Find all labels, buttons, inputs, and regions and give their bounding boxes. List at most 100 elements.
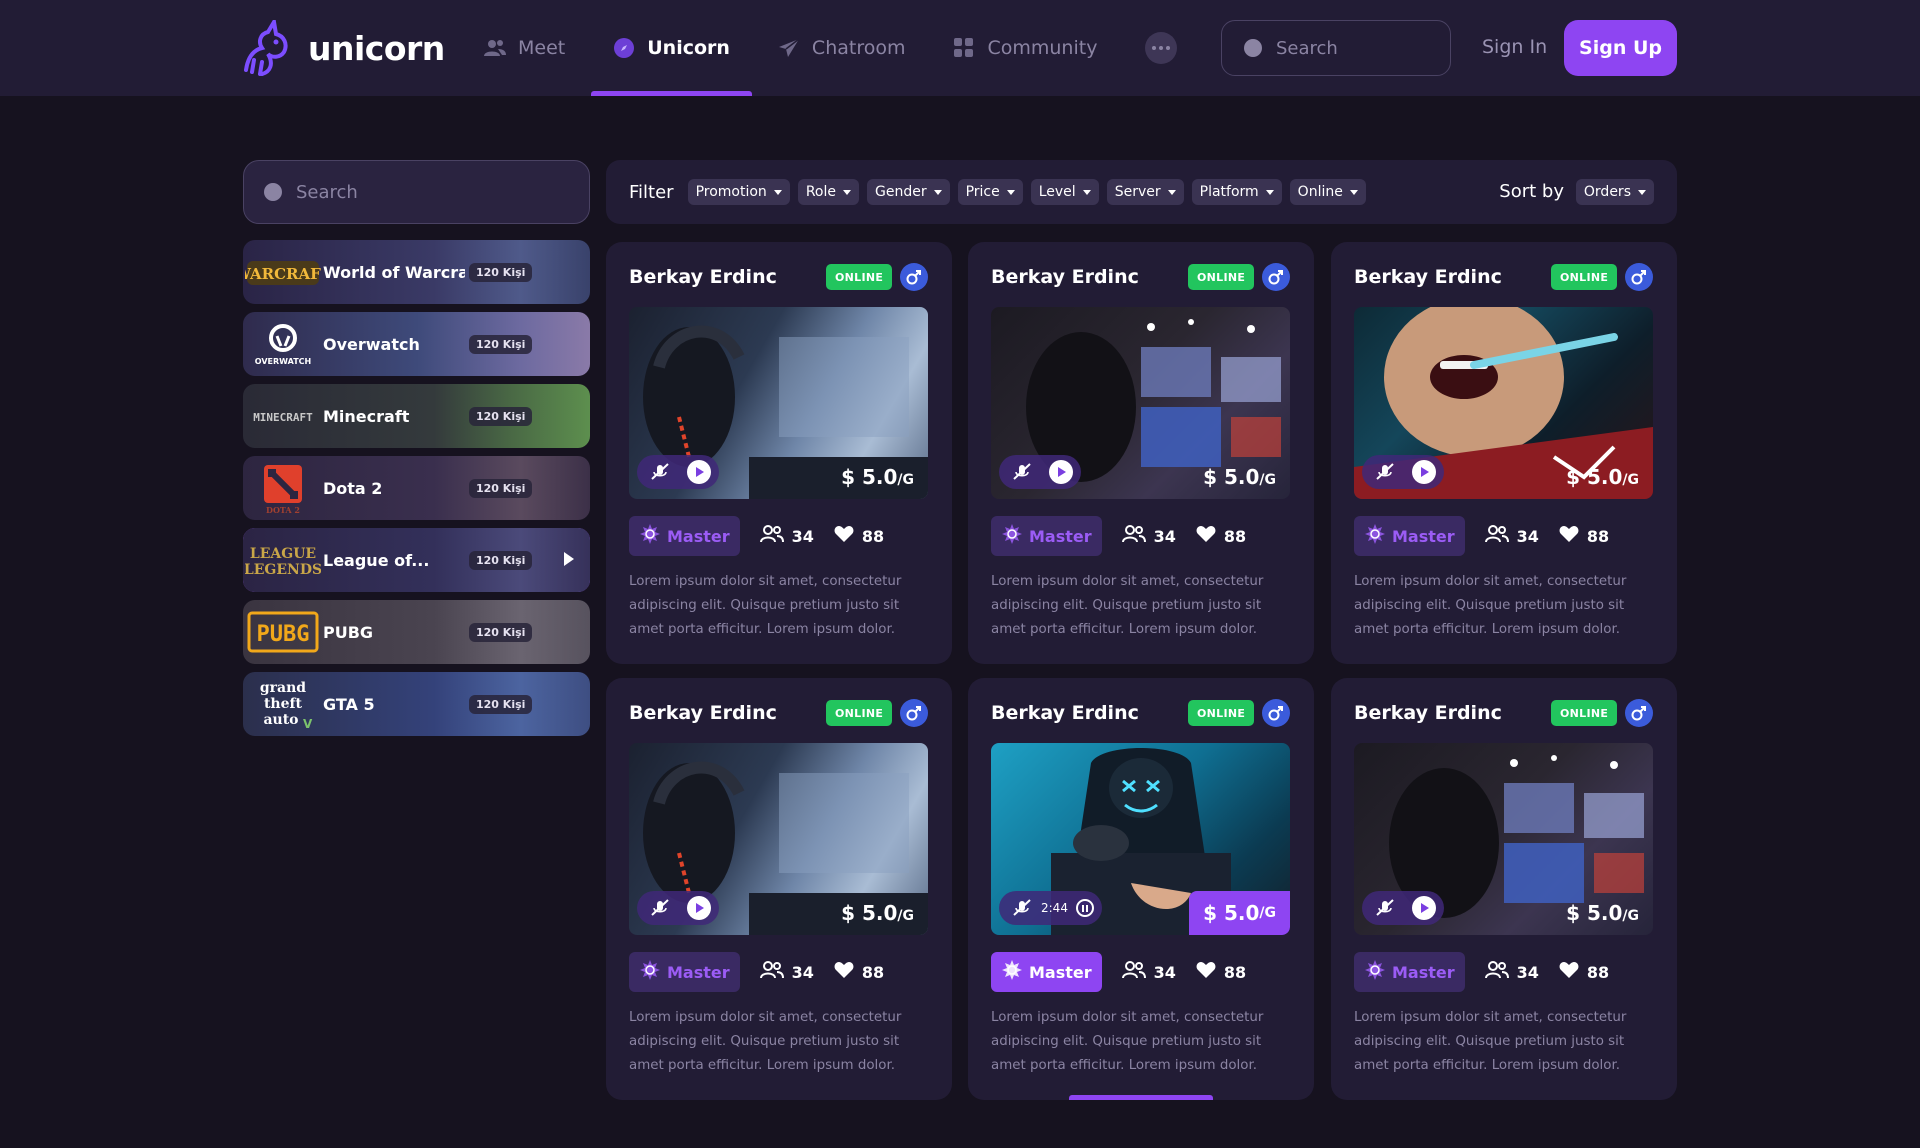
voice-preview[interactable]: 2:44 — [999, 891, 1102, 925]
level-badge-icon — [1364, 959, 1386, 985]
heart-icon — [834, 525, 854, 547]
play-icon[interactable] — [564, 552, 574, 566]
game-item-gta-5[interactable]: grand theft auto V GTA 5 120 Kişi — [243, 672, 590, 736]
heart-icon — [834, 961, 854, 983]
svg-text:V: V — [303, 717, 313, 731]
filter-chip-role[interactable]: Role — [797, 179, 859, 205]
filter-chip-platform[interactable]: Platform — [1191, 179, 1282, 205]
mic-off-icon — [1013, 899, 1031, 917]
pubg-logo-icon: PUBG — [243, 600, 323, 664]
filter-chip-promotion[interactable]: Promotion — [687, 179, 790, 205]
game-name: Minecraft — [323, 406, 410, 426]
likes-stat[interactable]: 88 — [1196, 961, 1246, 983]
level-badge[interactable]: Master — [991, 952, 1102, 992]
followers-stat: 34 — [1121, 961, 1176, 983]
player-card[interactable]: Berkay Erdinc ONLINE $ 5.0/G Master 34 88 Lore… — [968, 242, 1314, 664]
voice-preview[interactable] — [1362, 891, 1444, 925]
likes-stat[interactable]: 88 — [1559, 961, 1609, 983]
filter-chip-gender[interactable]: Gender — [866, 179, 950, 205]
filter-chip-online[interactable]: Online — [1289, 179, 1366, 205]
filter-chip-server[interactable]: Server — [1106, 179, 1184, 205]
filter-bar: Filter Promotion Role Gender Price Level… — [606, 160, 1677, 224]
price-tag: $ 5.0/G — [1566, 901, 1639, 925]
game-item-league-of-legends[interactable]: LEAGUE LEGENDS League of... 120 Kişi — [243, 528, 590, 592]
nav-item-chatroom[interactable]: Chatroom — [778, 0, 905, 96]
play-icon[interactable] — [1412, 896, 1436, 920]
player-card[interactable]: Berkay Erdinc ONLINE $ 5.0/G Master 34 88 Lore… — [1331, 242, 1677, 664]
player-photo[interactable]: 2:44 $ 5.0/G — [991, 743, 1290, 935]
chip-label: Level — [1038, 184, 1076, 200]
play-icon[interactable] — [687, 460, 711, 484]
sort-value: Orders — [1583, 184, 1631, 200]
nav-item-community[interactable]: Community — [953, 0, 1097, 96]
game-item-world-of-warcraft[interactable]: WARCRAFT World of Warcraft 120 Kişi — [243, 240, 590, 304]
player-description: Lorem ipsum dolor sit amet, consectetur … — [629, 574, 902, 637]
game-item-overwatch[interactable]: OVERWATCH Overwatch 120 Kişi — [243, 312, 590, 376]
followers-stat: 34 — [759, 961, 814, 983]
mic-off-icon — [1013, 463, 1031, 481]
brand-logo[interactable]: unicorn — [240, 20, 445, 76]
likes-stat[interactable]: 88 — [1559, 525, 1609, 547]
online-badge: ONLINE — [1188, 264, 1255, 290]
chip-label: Platform — [1199, 184, 1259, 200]
minecraft-logo-icon: MINECRAFT — [243, 384, 323, 448]
level-badge[interactable]: Master — [1354, 952, 1465, 992]
price-value: $ 5.0 — [841, 465, 898, 489]
level-badge[interactable]: Master — [629, 952, 740, 992]
player-photo[interactable]: $ 5.0/G — [629, 307, 928, 499]
player-card[interactable]: Berkay Erdinc ONLINE 2:44 $ 5.0/G Master 34 88… — [968, 678, 1314, 1100]
level-badge-icon — [639, 959, 661, 985]
filter-chip-level[interactable]: Level — [1030, 179, 1099, 205]
game-name: GTA 5 — [323, 694, 375, 714]
header-search[interactable] — [1221, 20, 1451, 76]
player-photo[interactable]: $ 5.0/G — [991, 307, 1290, 499]
sort-select[interactable]: Orders — [1575, 179, 1654, 205]
level-badge[interactable]: Master — [991, 516, 1102, 556]
player-card[interactable]: Berkay Erdinc ONLINE $ 5.0/G Master 34 88 Lore… — [606, 242, 952, 664]
player-count-badge: 120 Kişi — [469, 694, 533, 714]
nav-item-unicorn[interactable]: Unicorn — [591, 0, 752, 96]
play-icon[interactable] — [1412, 460, 1436, 484]
sign-up-button[interactable]: Sign Up — [1564, 20, 1677, 76]
play-icon[interactable] — [687, 896, 711, 920]
player-photo[interactable]: $ 5.0/G — [1354, 307, 1653, 499]
header-search-input[interactable] — [1276, 37, 1426, 59]
player-count-badge: 120 Kişi — [469, 262, 533, 282]
nav-item-meet[interactable]: Meet — [484, 0, 565, 96]
sign-in-link[interactable]: Sign In — [1482, 36, 1547, 58]
play-icon[interactable] — [1049, 460, 1073, 484]
player-card[interactable]: Berkay Erdinc ONLINE $ 5.0/G Master 34 88 Lore… — [606, 678, 952, 1100]
game-item-dota-2[interactable]: DOTA 2 Dota 2 120 Kişi — [243, 456, 590, 520]
sidebar-search-input[interactable] — [296, 181, 446, 203]
likes-stat[interactable]: 88 — [834, 525, 884, 547]
voice-preview[interactable] — [999, 455, 1081, 489]
followers-stat: 34 — [1484, 525, 1539, 547]
player-photo[interactable]: $ 5.0/G — [1354, 743, 1653, 935]
followers-count: 34 — [1153, 526, 1176, 546]
voice-preview[interactable] — [1362, 455, 1444, 489]
voice-preview[interactable] — [637, 891, 719, 925]
likes-stat[interactable]: 88 — [834, 961, 884, 983]
svg-text:LEGENDS: LEGENDS — [245, 562, 321, 578]
pause-icon[interactable] — [1075, 899, 1094, 917]
price-unit: /G — [1259, 472, 1276, 488]
level-badge-icon — [639, 523, 661, 549]
player-card[interactable]: Berkay Erdinc ONLINE $ 5.0/G Master 34 88 Lore… — [1331, 678, 1677, 1100]
game-item-minecraft[interactable]: MINECRAFT Minecraft 120 Kişi — [243, 384, 590, 448]
mic-off-icon — [651, 463, 669, 481]
more-dots-icon[interactable] — [1145, 32, 1178, 64]
player-description: Lorem ipsum dolor sit amet, consectetur … — [629, 1010, 902, 1073]
likes-stat[interactable]: 88 — [1196, 525, 1246, 547]
voice-preview[interactable] — [637, 455, 719, 489]
level-badge[interactable]: Master — [629, 516, 740, 556]
player-name: Berkay Erdinc — [991, 702, 1139, 724]
game-item-pubg[interactable]: PUBG PUBG 120 Kişi — [243, 600, 590, 664]
lol-logo-icon: LEAGUE LEGENDS — [243, 528, 323, 592]
chevron-down-icon — [1349, 189, 1358, 195]
player-photo[interactable]: $ 5.0/G — [629, 743, 928, 935]
level-badge[interactable]: Master — [1354, 516, 1465, 556]
player-description: Lorem ipsum dolor sit amet, consectetur … — [1354, 574, 1627, 637]
gta-logo-icon: grand theft auto V — [243, 672, 323, 736]
filter-chip-price[interactable]: Price — [957, 179, 1023, 205]
sidebar-search[interactable] — [243, 160, 590, 224]
